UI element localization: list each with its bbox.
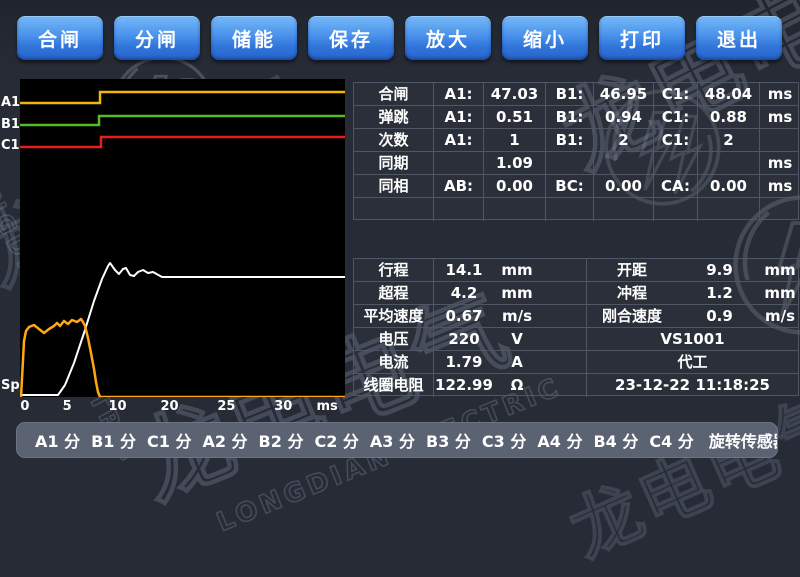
trace-b1 — [20, 116, 345, 125]
device-model: VS1001 — [587, 328, 798, 350]
table-row-voltage: 电压 220 V VS1001 — [354, 328, 798, 351]
table-row-phase-sync: 同相 AB: 0.00 BC: 0.00 CA: 0.00 ms — [354, 175, 798, 198]
unit-cell: A — [494, 351, 540, 373]
zoom-out-button[interactable]: 缩小 — [502, 16, 588, 60]
table-row-travel: 行程 14.1 mm 开距 9.9 mm — [354, 259, 798, 282]
rotation-sensor-value: 旋转传感器 A:188.4 — [709, 428, 778, 452]
timestamp: 23-12-22 11:18:25 — [587, 374, 798, 397]
phase-status-c2: C2 分 — [314, 428, 358, 452]
unit-cell: ms — [760, 83, 800, 105]
phase-status-c4: C4 分 — [649, 428, 693, 452]
waveform-chart: A1 B1 C1 Sp 0 5 10 20 25 30 ms — [0, 76, 352, 420]
open-breaker-button[interactable]: 分闸 — [114, 16, 200, 60]
row-label: 合闸 — [354, 83, 434, 105]
trace-speed — [21, 319, 345, 397]
row-label: 同相 — [354, 175, 434, 197]
x-axis: 0 5 10 20 25 30 ms — [20, 399, 345, 415]
unit-cell: V — [494, 328, 540, 350]
phase-status-a4: A4 分 — [537, 428, 582, 452]
trace-travel — [20, 263, 345, 395]
row-label: 次数 — [354, 129, 434, 151]
x-tick: 30 — [274, 399, 292, 414]
row-label: 行程 — [354, 259, 434, 281]
phase-status-a1: A1 分 — [35, 428, 80, 452]
unit-cell: ms — [760, 106, 800, 128]
unit-cell: mm — [762, 259, 798, 281]
x-tick: 0 — [20, 399, 29, 414]
phase-status-c1: C1 分 — [147, 428, 191, 452]
row-label: 线圈电阻 — [354, 374, 434, 397]
table-row-avg-speed: 平均速度 0.67 m/s 刚合速度 0.9 m/s — [354, 305, 798, 328]
row-label: 开距 — [587, 259, 677, 281]
table-row-empty — [354, 198, 798, 221]
table-row-count: 次数 A1: 1 B1: 2 C1: 2 — [354, 129, 798, 152]
app-screen: { "toolbar": { "buttons": ["合闸", "分闸", "… — [0, 0, 800, 480]
phase-status-b4: B4 分 — [593, 428, 638, 452]
unit-cell: m/s — [494, 305, 540, 327]
row-label: 电流 — [354, 351, 434, 373]
table-row-close-time: 合闸 A1: 47.03 B1: 46.95 C1: 48.04 ms — [354, 83, 798, 106]
x-tick: 5 — [63, 399, 72, 414]
timing-table: 合闸 A1: 47.03 B1: 46.95 C1: 48.04 ms 弹跳 A… — [353, 82, 799, 220]
zoom-in-button[interactable]: 放大 — [405, 16, 491, 60]
phase-status-a3: A3 分 — [370, 428, 415, 452]
phase-status-b3: B3 分 — [426, 428, 471, 452]
close-breaker-button[interactable]: 合闸 — [17, 16, 103, 60]
row-label: 刚合速度 — [587, 305, 677, 327]
unit-cell — [760, 129, 800, 151]
speed-label: Sp — [1, 379, 20, 393]
row-label: 电压 — [354, 328, 434, 350]
operator-name: 代工 — [587, 351, 798, 373]
trace-a1 — [20, 92, 345, 103]
x-axis-unit: ms — [316, 399, 337, 414]
channel-label-a1: A1 — [1, 96, 20, 110]
channel-label-b1: B1 — [1, 118, 20, 132]
row-label: 平均速度 — [354, 305, 434, 327]
mechanical-table: 行程 14.1 mm 开距 9.9 mm 超程 4.2 mm 冲程 1.2 mm… — [353, 258, 799, 396]
channel-label-c1: C1 — [1, 139, 20, 153]
unit-cell: Ω — [494, 374, 540, 397]
row-label: 超程 — [354, 282, 434, 304]
unit-cell: m/s — [762, 305, 798, 327]
row-label: 冲程 — [587, 282, 677, 304]
unit-cell: mm — [494, 282, 540, 304]
energy-storage-button[interactable]: 储能 — [211, 16, 297, 60]
phase-status-a2: A2 分 — [202, 428, 247, 452]
toolbar: 合闸 分闸 储能 保存 放大 缩小 打印 退出 — [17, 16, 797, 60]
save-button[interactable]: 保存 — [308, 16, 394, 60]
row-label: 弹跳 — [354, 106, 434, 128]
table-row-current: 电流 1.79 A 代工 — [354, 351, 798, 374]
table-row-coil-resistance: 线圈电阻 122.99 Ω 23-12-22 11:18:25 — [354, 374, 798, 397]
table-row-bounce: 弹跳 A1: 0.51 B1: 0.94 C1: 0.88 ms — [354, 106, 798, 129]
unit-cell: ms — [760, 175, 800, 197]
x-tick: 10 — [108, 399, 126, 414]
exit-button[interactable]: 退出 — [696, 16, 782, 60]
table-row-sync: 同期 1.09 ms — [354, 152, 798, 175]
phase-status-c3: C3 分 — [482, 428, 526, 452]
unit-cell: ms — [760, 152, 800, 174]
x-tick: 20 — [160, 399, 178, 414]
print-button[interactable]: 打印 — [599, 16, 685, 60]
phase-status-b2: B2 分 — [259, 428, 304, 452]
status-bar: A1 分 B1 分 C1 分 A2 分 B2 分 C2 分 A3 分 B3 分 … — [16, 422, 778, 458]
row-label: 同期 — [354, 152, 434, 174]
unit-cell: mm — [494, 259, 540, 281]
table-row-overtravel: 超程 4.2 mm 冲程 1.2 mm — [354, 282, 798, 305]
trace-c1 — [20, 137, 345, 147]
phase-status-b1: B1 分 — [91, 428, 136, 452]
plot-area — [20, 79, 345, 397]
x-tick: 25 — [217, 399, 235, 414]
unit-cell: mm — [762, 282, 798, 304]
